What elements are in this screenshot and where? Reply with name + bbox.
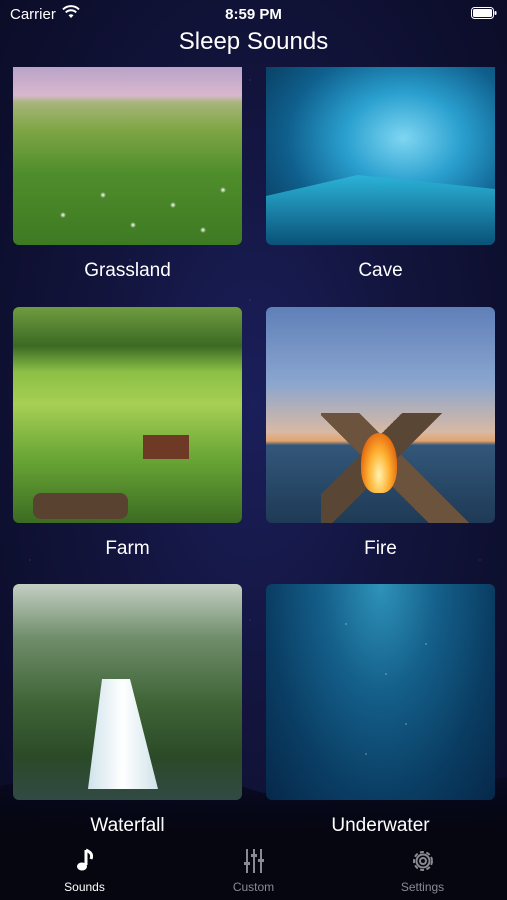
sound-card-grassland[interactable]: Grassland xyxy=(13,67,242,282)
sound-label: Fire xyxy=(364,538,397,559)
sound-label: Cave xyxy=(358,260,403,281)
status-time: 8:59 PM xyxy=(225,6,282,23)
tab-settings[interactable]: Settings xyxy=(338,840,507,900)
tab-label: Custom xyxy=(232,880,275,894)
status-bar: Carrier 8:59 PM xyxy=(0,0,507,28)
page-title: Sleep Sounds xyxy=(178,28,329,55)
tab-custom[interactable]: Custom xyxy=(169,840,338,900)
sound-card-underwater[interactable]: Underwater xyxy=(266,584,495,837)
sound-card-farm[interactable]: Farm xyxy=(13,307,242,560)
sliders-icon xyxy=(243,849,264,873)
gear-icon xyxy=(412,851,433,871)
sound-label: Grassland xyxy=(84,260,171,281)
farm-image xyxy=(13,307,242,523)
tab-sounds[interactable]: Sounds xyxy=(0,840,169,900)
fire-image xyxy=(266,307,495,523)
battery-icon xyxy=(471,7,497,19)
sound-label: Farm xyxy=(105,538,150,559)
tab-label: Settings xyxy=(400,880,445,894)
sound-card-fire[interactable]: Fire xyxy=(266,307,495,560)
cave-image xyxy=(266,67,495,245)
underwater-image xyxy=(266,584,495,800)
grassland-image xyxy=(13,67,242,245)
music-note-icon xyxy=(76,848,93,871)
waterfall-image xyxy=(13,584,242,800)
sound-card-cave[interactable]: Cave xyxy=(266,67,495,282)
tab-bar: Sounds Custom Settings xyxy=(0,840,507,900)
tab-label: Sounds xyxy=(64,880,105,894)
sound-label: Underwater xyxy=(331,815,430,836)
sound-card-waterfall[interactable]: Waterfall xyxy=(13,584,242,837)
sound-label: Waterfall xyxy=(90,815,165,836)
